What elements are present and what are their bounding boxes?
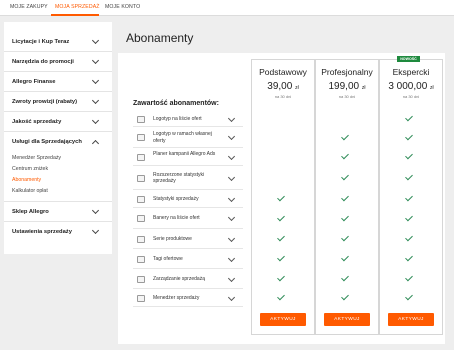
plan-name: Profesjonalny [321, 67, 373, 77]
sidebar-subitem-centrum-znizek[interactable]: Centrum zniżek [12, 166, 48, 172]
chevron-down-icon[interactable] [227, 293, 236, 301]
sidebar-item-narzedzia[interactable]: Narzędzia do promocji [4, 52, 112, 72]
feature-label: Planer kampanii Allegro Ads [153, 150, 216, 157]
sidebar-subitem-kalkulator[interactable]: Kalkulator opłat [12, 188, 48, 194]
feature-icon [137, 195, 145, 203]
chevron-up-icon [91, 139, 100, 148]
feature-label: Tagi ofertowe [153, 255, 183, 262]
sidebar-item-label: Zwroty prowizji (rabaty) [12, 99, 78, 105]
chevron-down-icon[interactable] [227, 254, 236, 262]
feature-icon [137, 235, 145, 243]
feature-row[interactable]: Banery na liście ofert [133, 208, 243, 229]
feature-row[interactable]: Logotyp na liście ofert [133, 111, 243, 127]
chevron-down-icon [91, 226, 100, 235]
feature-label: Zarządzanie sprzedażą [153, 275, 205, 282]
feature-row[interactable]: Menedżer sprzedaży [133, 289, 243, 307]
feature-label: Logotyp na liście ofert [153, 115, 202, 122]
sidebar-item-zwroty[interactable]: Zwroty prowizji (rabaty) [4, 92, 112, 112]
sidebar-subitem-menedzer[interactable]: Menedżer Sprzedaży [12, 155, 61, 161]
chevron-down-icon[interactable] [227, 173, 236, 181]
features-heading: Zawartość abonamentów: [133, 100, 219, 107]
chevron-down-icon [91, 96, 100, 105]
activate-button-profesjonalny[interactable]: AKTYWUJ [324, 313, 370, 326]
price-value: 199,00 [328, 81, 360, 92]
plan-price: 3 000,00 zł [379, 81, 443, 92]
top-nav: MOJE ZAKUPY MOJA SPRZEDAŻ MOJE KONTO [0, 0, 454, 16]
sidebar-item-label: Ustawienia sprzedaży [12, 229, 72, 235]
chevron-down-icon[interactable] [227, 152, 236, 160]
feature-row[interactable]: Tagi ofertowe [133, 249, 243, 269]
sidebar-item-sklep[interactable]: Sklep Allegro [4, 202, 112, 222]
sidebar-item-label: Narzędzia do promocji [12, 59, 74, 65]
plan-period: na 30 dni [402, 94, 420, 99]
plan-period: na 30 dni [338, 94, 356, 99]
feature-icon [137, 215, 145, 222]
activate-button-podstawowy[interactable]: AKTYWUJ [260, 313, 306, 326]
chevron-down-icon[interactable] [227, 274, 236, 282]
feature-icon [137, 134, 145, 141]
feature-icon [137, 255, 145, 263]
feature-label: Statystyki sprzedaży [153, 195, 199, 202]
sidebar-item-label: Allegro Finanse [12, 79, 56, 85]
sidebar-item-label: Jakość sprzedaży [12, 119, 62, 125]
feature-icon [137, 294, 145, 302]
sidebar-item-ustawienia[interactable]: Ustawienia sprzedaży [4, 222, 112, 242]
feature-label: Banery na liście ofert [153, 215, 200, 222]
feature-icon [137, 174, 145, 182]
chevron-down-icon [91, 56, 100, 65]
feature-row[interactable]: Serie produktowe [133, 229, 243, 249]
feature-row[interactable]: Statystyki sprzedaży [133, 190, 243, 208]
price-currency: zł [430, 85, 434, 91]
chevron-down-icon[interactable] [227, 234, 236, 242]
price-currency: zł [361, 85, 366, 91]
sidebar-item-label: Licytacje i Kup Teraz [12, 39, 70, 45]
chevron-down-icon[interactable] [227, 114, 236, 122]
sidebar-subitem-abonamenty[interactable]: Abonamenty [12, 177, 41, 183]
feature-label: Logotyp w ramach własnej oferty [153, 131, 212, 144]
plan-price: 39,00 zł [251, 81, 315, 92]
plan-name: Ekspercki [392, 67, 430, 77]
chevron-down-icon [91, 76, 100, 85]
sidebar: Licytacje i Kup Teraz Narzędzia do promo… [4, 22, 112, 254]
page-title: Abonamenty [126, 31, 194, 45]
active-tab-underline [51, 14, 99, 16]
chevron-down-icon[interactable] [227, 213, 236, 222]
chevron-down-icon[interactable] [227, 194, 236, 202]
tab-moja-sprzedaz[interactable]: MOJA SPRZEDAŻ [55, 4, 100, 10]
sidebar-item-finanse[interactable]: Allegro Finanse [4, 72, 112, 92]
feature-icon [137, 275, 145, 283]
feature-label: Serie produktowe [153, 235, 192, 242]
feature-row[interactable]: Zarządzanie sprzedażą [133, 269, 243, 289]
chevron-down-icon [91, 116, 100, 125]
chevron-down-icon [91, 206, 100, 215]
sidebar-item-jakosc[interactable]: Jakość sprzedaży [4, 112, 112, 132]
feature-row[interactable]: Rozszerzone statystyki sprzedaży [133, 166, 243, 190]
plan-name: Podstawowy [259, 67, 307, 77]
sidebar-item-label: Usługi dla Sprzedających [12, 139, 82, 145]
activate-button-ekspercki[interactable]: AKTYWUJ [388, 313, 434, 326]
feature-row[interactable]: Planer kampanii Allegro Ads [133, 148, 243, 166]
feature-icon [137, 115, 145, 123]
price-value: 39,00 [267, 81, 293, 92]
feature-label: Rozszerzone statystyki sprzedaży [153, 171, 205, 185]
feature-row[interactable]: Logotyp w ramach własnej oferty [133, 127, 243, 148]
tab-moje-zakupy[interactable]: MOJE ZAKUPY [10, 4, 48, 10]
plan-price: 199,00 zł [315, 81, 379, 92]
chevron-down-icon [91, 36, 100, 45]
feature-icon [137, 153, 145, 161]
price-value: 3 000,00 [388, 81, 428, 92]
sidebar-item-uslugi[interactable]: Usługi dla Sprzedających Menedżer Sprzed… [4, 132, 112, 202]
sidebar-item-licytacje[interactable]: Licytacje i Kup Teraz [4, 32, 112, 52]
feature-label: Menedżer sprzedaży [153, 294, 200, 301]
new-badge: NOWOŚĆ [397, 56, 420, 62]
plan-period: na 30 dni [274, 94, 292, 99]
price-currency: zł [295, 85, 299, 91]
chevron-down-icon[interactable] [227, 132, 236, 141]
tab-moje-konto[interactable]: MOJE KONTO [105, 4, 140, 10]
sidebar-item-label: Sklep Allegro [12, 209, 49, 215]
